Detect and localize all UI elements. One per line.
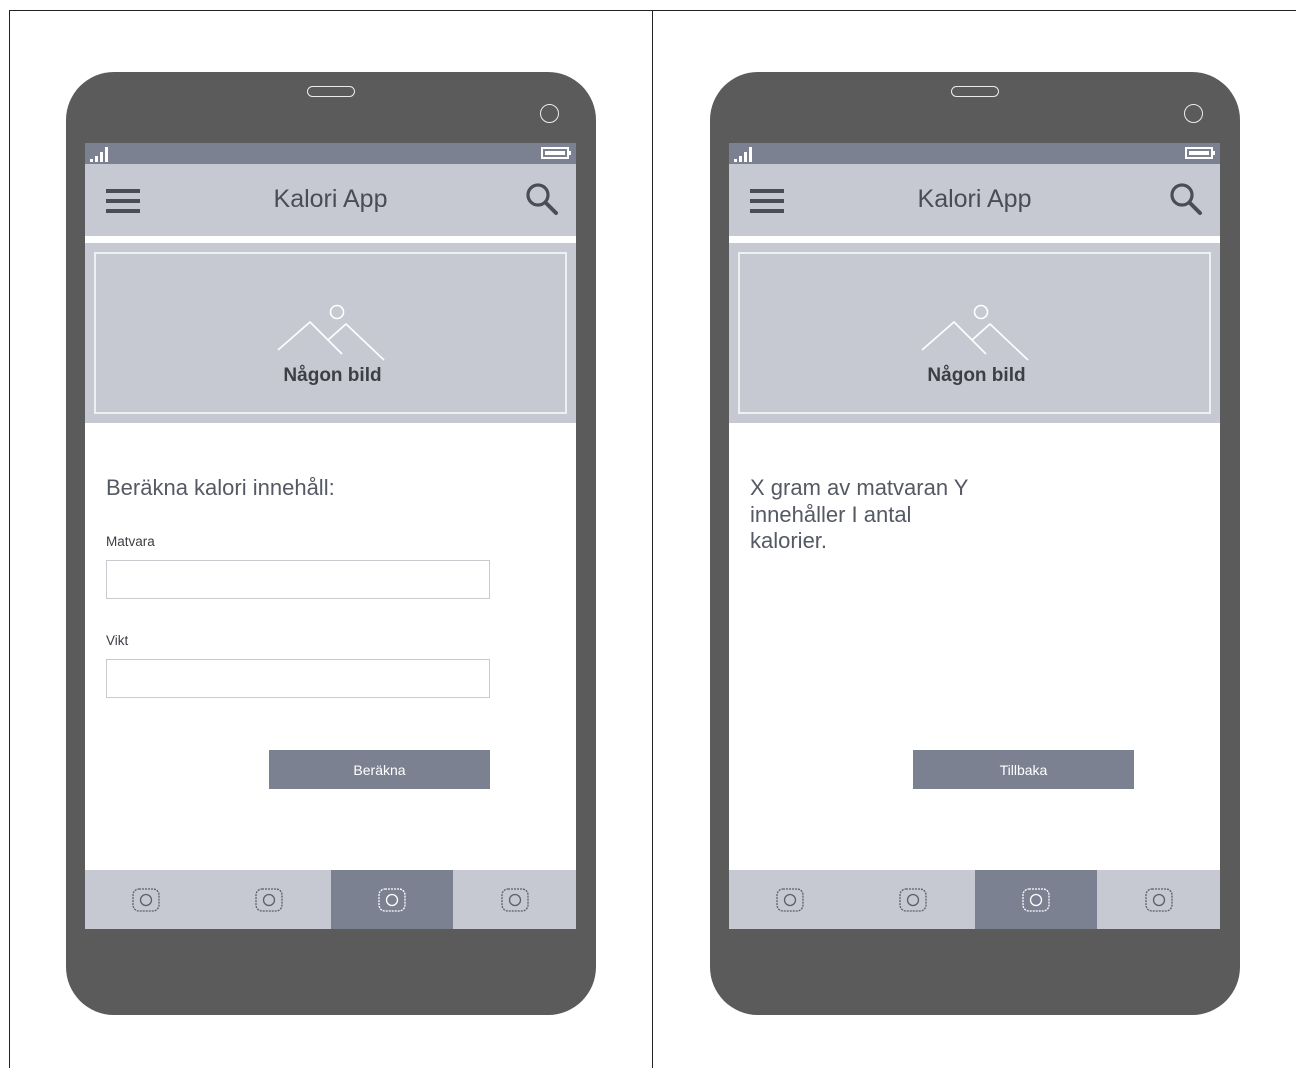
food-field-label: Matvara: [106, 534, 155, 549]
result-line: X gram av matvaran Y: [750, 475, 969, 500]
battery-icon: [541, 147, 571, 159]
app-title: Kalori App: [273, 185, 388, 213]
hamburger-menu-icon[interactable]: [106, 189, 140, 213]
phone-screen: Kalori App Någon bild Beräkna kalori inn…: [85, 143, 576, 929]
tab-icon: [899, 887, 927, 912]
app-bar: Kalori App: [729, 164, 1220, 236]
tab-1[interactable]: [85, 870, 208, 929]
bottom-tab-bar: [729, 870, 1220, 929]
tab-icon: [255, 887, 283, 912]
hero-caption: Någon bild: [283, 365, 382, 386]
food-input[interactable]: [106, 560, 490, 599]
hero-image-frame: Någon bild: [738, 252, 1211, 414]
result-line: innehåller I antal: [750, 501, 912, 527]
tab-4[interactable]: [453, 870, 576, 929]
battery-icon: [1185, 147, 1215, 159]
signal-bars-icon: [734, 147, 752, 162]
back-button[interactable]: Tillbaka: [913, 750, 1134, 789]
app-title: Kalori App: [917, 185, 1032, 213]
weight-input[interactable]: [106, 659, 490, 698]
tab-icon: [1022, 887, 1050, 912]
tab-2[interactable]: [208, 870, 331, 929]
result-line: kalorier.: [750, 528, 828, 553]
search-icon[interactable]: [525, 182, 559, 216]
weight-field-label: Vikt: [106, 633, 129, 648]
phone-screen: Kalori App Någon bild X gram av matvaran…: [729, 143, 1220, 929]
phone-mockup-result: Kalori App Någon bild X gram av matvaran…: [710, 72, 1240, 1015]
tab-icon: [378, 887, 406, 912]
hero-image-placeholder: Någon bild: [85, 243, 576, 423]
tab-icon: [776, 887, 805, 912]
hero-image-placeholder: Någon bild: [729, 243, 1220, 423]
tab-4[interactable]: [1097, 870, 1220, 929]
status-bar: [729, 143, 1220, 164]
phone-camera: [540, 104, 559, 123]
hamburger-menu-icon[interactable]: [750, 189, 784, 213]
tab-icon: [500, 887, 529, 912]
tab-2[interactable]: [852, 870, 975, 929]
image-placeholder-icon: [921, 304, 1029, 361]
form-heading: Beräkna kalori innehåll:: [106, 475, 335, 500]
canvas-divider: [652, 10, 653, 1068]
result-text: X gram av matvaran Y innehåller I antal …: [750, 475, 1030, 555]
tab-3-active[interactable]: [330, 870, 454, 929]
tab-icon: [132, 887, 161, 912]
hero-caption: Någon bild: [927, 365, 1026, 386]
status-bar: [85, 143, 576, 164]
tab-3-active[interactable]: [974, 870, 1098, 929]
app-bar: Kalori App: [85, 164, 576, 236]
phone-speaker: [951, 86, 999, 97]
tab-icon: [1144, 887, 1173, 912]
signal-bars-icon: [90, 147, 108, 162]
calculate-button[interactable]: Beräkna: [269, 750, 490, 789]
phone-camera: [1184, 104, 1203, 123]
phone-mockup-input: Kalori App Någon bild Beräkna kalori inn…: [66, 72, 596, 1015]
hero-image-frame: Någon bild: [94, 252, 567, 414]
bottom-tab-bar: [85, 870, 576, 929]
search-icon[interactable]: [1169, 182, 1203, 216]
image-placeholder-icon: [277, 304, 385, 361]
phone-speaker: [307, 86, 355, 97]
tab-1[interactable]: [729, 870, 852, 929]
